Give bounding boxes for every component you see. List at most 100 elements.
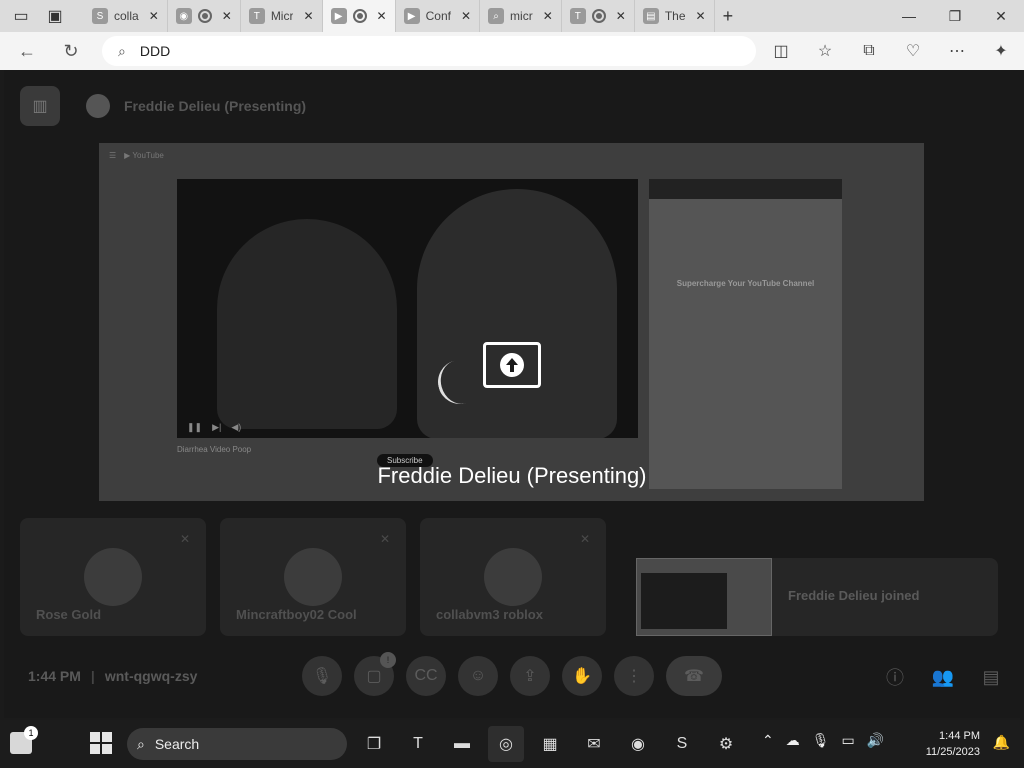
close-icon[interactable]: ✕ (303, 9, 313, 23)
close-icon[interactable]: ✕ (616, 9, 626, 23)
search-icon: ⌕ (137, 735, 145, 752)
meeting-time: 1:44 PM (28, 668, 81, 684)
tab-discord[interactable]: ◉ ✕ (168, 0, 241, 32)
mic-off-icon: ✕ (179, 532, 190, 546)
more-vert-icon: ⋮ (626, 668, 642, 685)
present-button[interactable]: ⇪ (510, 656, 550, 696)
store-icon[interactable]: ▦ (532, 726, 568, 762)
participant-tile[interactable]: ✕ collabvm3 roblox (420, 518, 606, 636)
chat-icon[interactable]: ▤ (978, 664, 1004, 690)
tab-the[interactable]: ▤ The ✕ (635, 0, 715, 32)
hand-icon: ✋ (572, 668, 592, 685)
file-explorer-icon[interactable]: ▬ (444, 726, 480, 762)
address-text: DDD (139, 43, 171, 59)
presenter-thumbnail (636, 558, 772, 636)
collections-icon[interactable]: ⧉ (854, 36, 884, 66)
participant-tile[interactable]: ✕ Rose Gold (20, 518, 206, 636)
start-button[interactable] (90, 732, 112, 754)
task-view-icon[interactable]: ❐ (356, 726, 392, 762)
panel-icon[interactable]: ▥ (20, 86, 60, 126)
settings-icon[interactable]: ⚙ (708, 726, 744, 762)
meet-bottom-bar: 1:44 PM | wnt-qgwq-zsy 🎙 ▢! CC ☺ ⇪ ✋ ⋮ ☎… (4, 648, 1020, 704)
shared-video-title: Diarrhea Video Poop (177, 445, 252, 454)
pause-icon: ❚❚ (187, 421, 203, 432)
chevron-up-icon[interactable]: ⌃ (762, 732, 774, 749)
address-bar[interactable]: ⌕ DDD (102, 36, 756, 66)
participant-tile[interactable]: ✕ Mincraftboy02 Cool (220, 518, 406, 636)
shared-youtube-sidebar: Supercharge Your YouTube Channel (649, 179, 842, 489)
browser-essentials-icon[interactable]: ♡ (898, 36, 928, 66)
join-notification: Freddie Delieu joined (636, 558, 998, 636)
tab-search[interactable]: ⌕ micr ✕ (480, 0, 562, 32)
tab-actions-icon[interactable]: ▣ (42, 5, 68, 27)
restore-icon[interactable]: ❐ (932, 0, 978, 32)
widget-badge: 1 (24, 726, 38, 740)
reactions-button[interactable]: ☺ (458, 656, 498, 696)
copilot-icon[interactable]: ✦ (986, 36, 1016, 66)
close-icon[interactable]: ✕ (461, 9, 471, 23)
info-icon[interactable]: ⓘ (882, 664, 908, 690)
more-icon[interactable]: ⋯ (942, 36, 972, 66)
tab-teams-2[interactable]: T ✕ (562, 0, 635, 32)
close-icon[interactable]: ✕ (149, 9, 159, 23)
mic-button[interactable]: 🎙 (302, 656, 342, 696)
taskbar-clock[interactable]: 1:44 PM 11/25/2023 (926, 728, 980, 760)
split-screen-icon[interactable]: ◫ (766, 36, 796, 66)
widgets-icon[interactable]: 1 (10, 726, 38, 754)
refresh-icon[interactable]: ↻ (56, 36, 86, 66)
browser-toolbar-right: ◫ ☆ ⧉ ♡ ⋯ ✦ (766, 36, 1016, 66)
meet-app: ▥ Freddie Delieu (Presenting) ☰ ▶ YouTub… (4, 70, 1020, 718)
leave-call-button[interactable]: ☎ (666, 656, 722, 696)
youtube-logo: ▶ YouTube (124, 150, 164, 160)
next-icon: ▶| (212, 421, 222, 432)
minimize-icon[interactable]: — (886, 0, 932, 32)
close-icon[interactable]: ✕ (543, 9, 553, 23)
workspaces-icon[interactable]: ▭ (8, 5, 34, 27)
shared-youtube-header: ☰ ▶ YouTube (99, 143, 924, 167)
camera-button[interactable]: ▢! (354, 652, 396, 696)
network-icon[interactable]: ▭ (842, 732, 855, 749)
tab-colla[interactable]: S colla ✕ (84, 0, 168, 32)
windows-logo-icon (90, 732, 100, 742)
close-window-icon[interactable]: ✕ (978, 0, 1024, 32)
camera-icon: ▢ (366, 668, 382, 685)
close-icon[interactable]: ✕ (222, 9, 232, 23)
mail-icon[interactable]: ✉ (576, 726, 612, 762)
tab-label: micr (510, 9, 533, 23)
favorites-icon[interactable]: ☆ (810, 36, 840, 66)
teams-icon[interactable]: T (400, 726, 436, 762)
avatar (86, 94, 110, 118)
avatar (484, 548, 542, 606)
microphone-icon[interactable]: 🎙 (812, 732, 830, 749)
close-icon[interactable]: ✕ (696, 9, 706, 23)
edge-icon[interactable]: ◎ (488, 726, 524, 762)
tab-youtube[interactable]: ▶ Conf ✕ (396, 0, 481, 32)
back-icon[interactable]: ← (12, 36, 42, 66)
s-app-icon[interactable]: S (664, 726, 700, 762)
recording-icon (591, 9, 606, 23)
volume-icon[interactable]: 🔊 (867, 732, 884, 749)
onedrive-icon[interactable]: ☁ (786, 732, 800, 749)
notifications-icon[interactable]: 🔔 (993, 734, 1010, 751)
participant-name: Rose Gold (36, 607, 102, 622)
people-icon[interactable]: 👥 (930, 664, 956, 690)
volume-icon: ◀) (231, 421, 242, 432)
navigation-bar: ← ↻ ⌕ DDD ◫ ☆ ⧉ ♡ ⋯ ✦ (0, 32, 1024, 70)
captions-button[interactable]: CC (406, 656, 446, 696)
taskbar-search[interactable]: ⌕ Search (127, 728, 347, 760)
discord-icon: ◉ (175, 8, 192, 24)
close-icon[interactable]: ✕ (377, 9, 387, 23)
more-options-button[interactable]: ⋮ (614, 656, 654, 696)
tab-strip-left-controls: ▭ ▣ (0, 5, 84, 27)
present-upload-icon (483, 342, 541, 388)
promo-card: Supercharge Your YouTube Channel (676, 279, 815, 288)
tab-meet[interactable]: ▶ ✕ (322, 0, 396, 32)
plus-icon: + (722, 5, 734, 26)
chrome-icon[interactable]: ◉ (620, 726, 656, 762)
clock-date: 11/25/2023 (925, 746, 980, 758)
raise-hand-button[interactable]: ✋ (562, 656, 602, 696)
avatar (284, 548, 342, 606)
new-tab-button[interactable]: + (715, 0, 742, 32)
meet-header: ▥ Freddie Delieu (Presenting) (20, 86, 306, 126)
tab-microsoft[interactable]: T Micr ✕ (241, 0, 323, 32)
